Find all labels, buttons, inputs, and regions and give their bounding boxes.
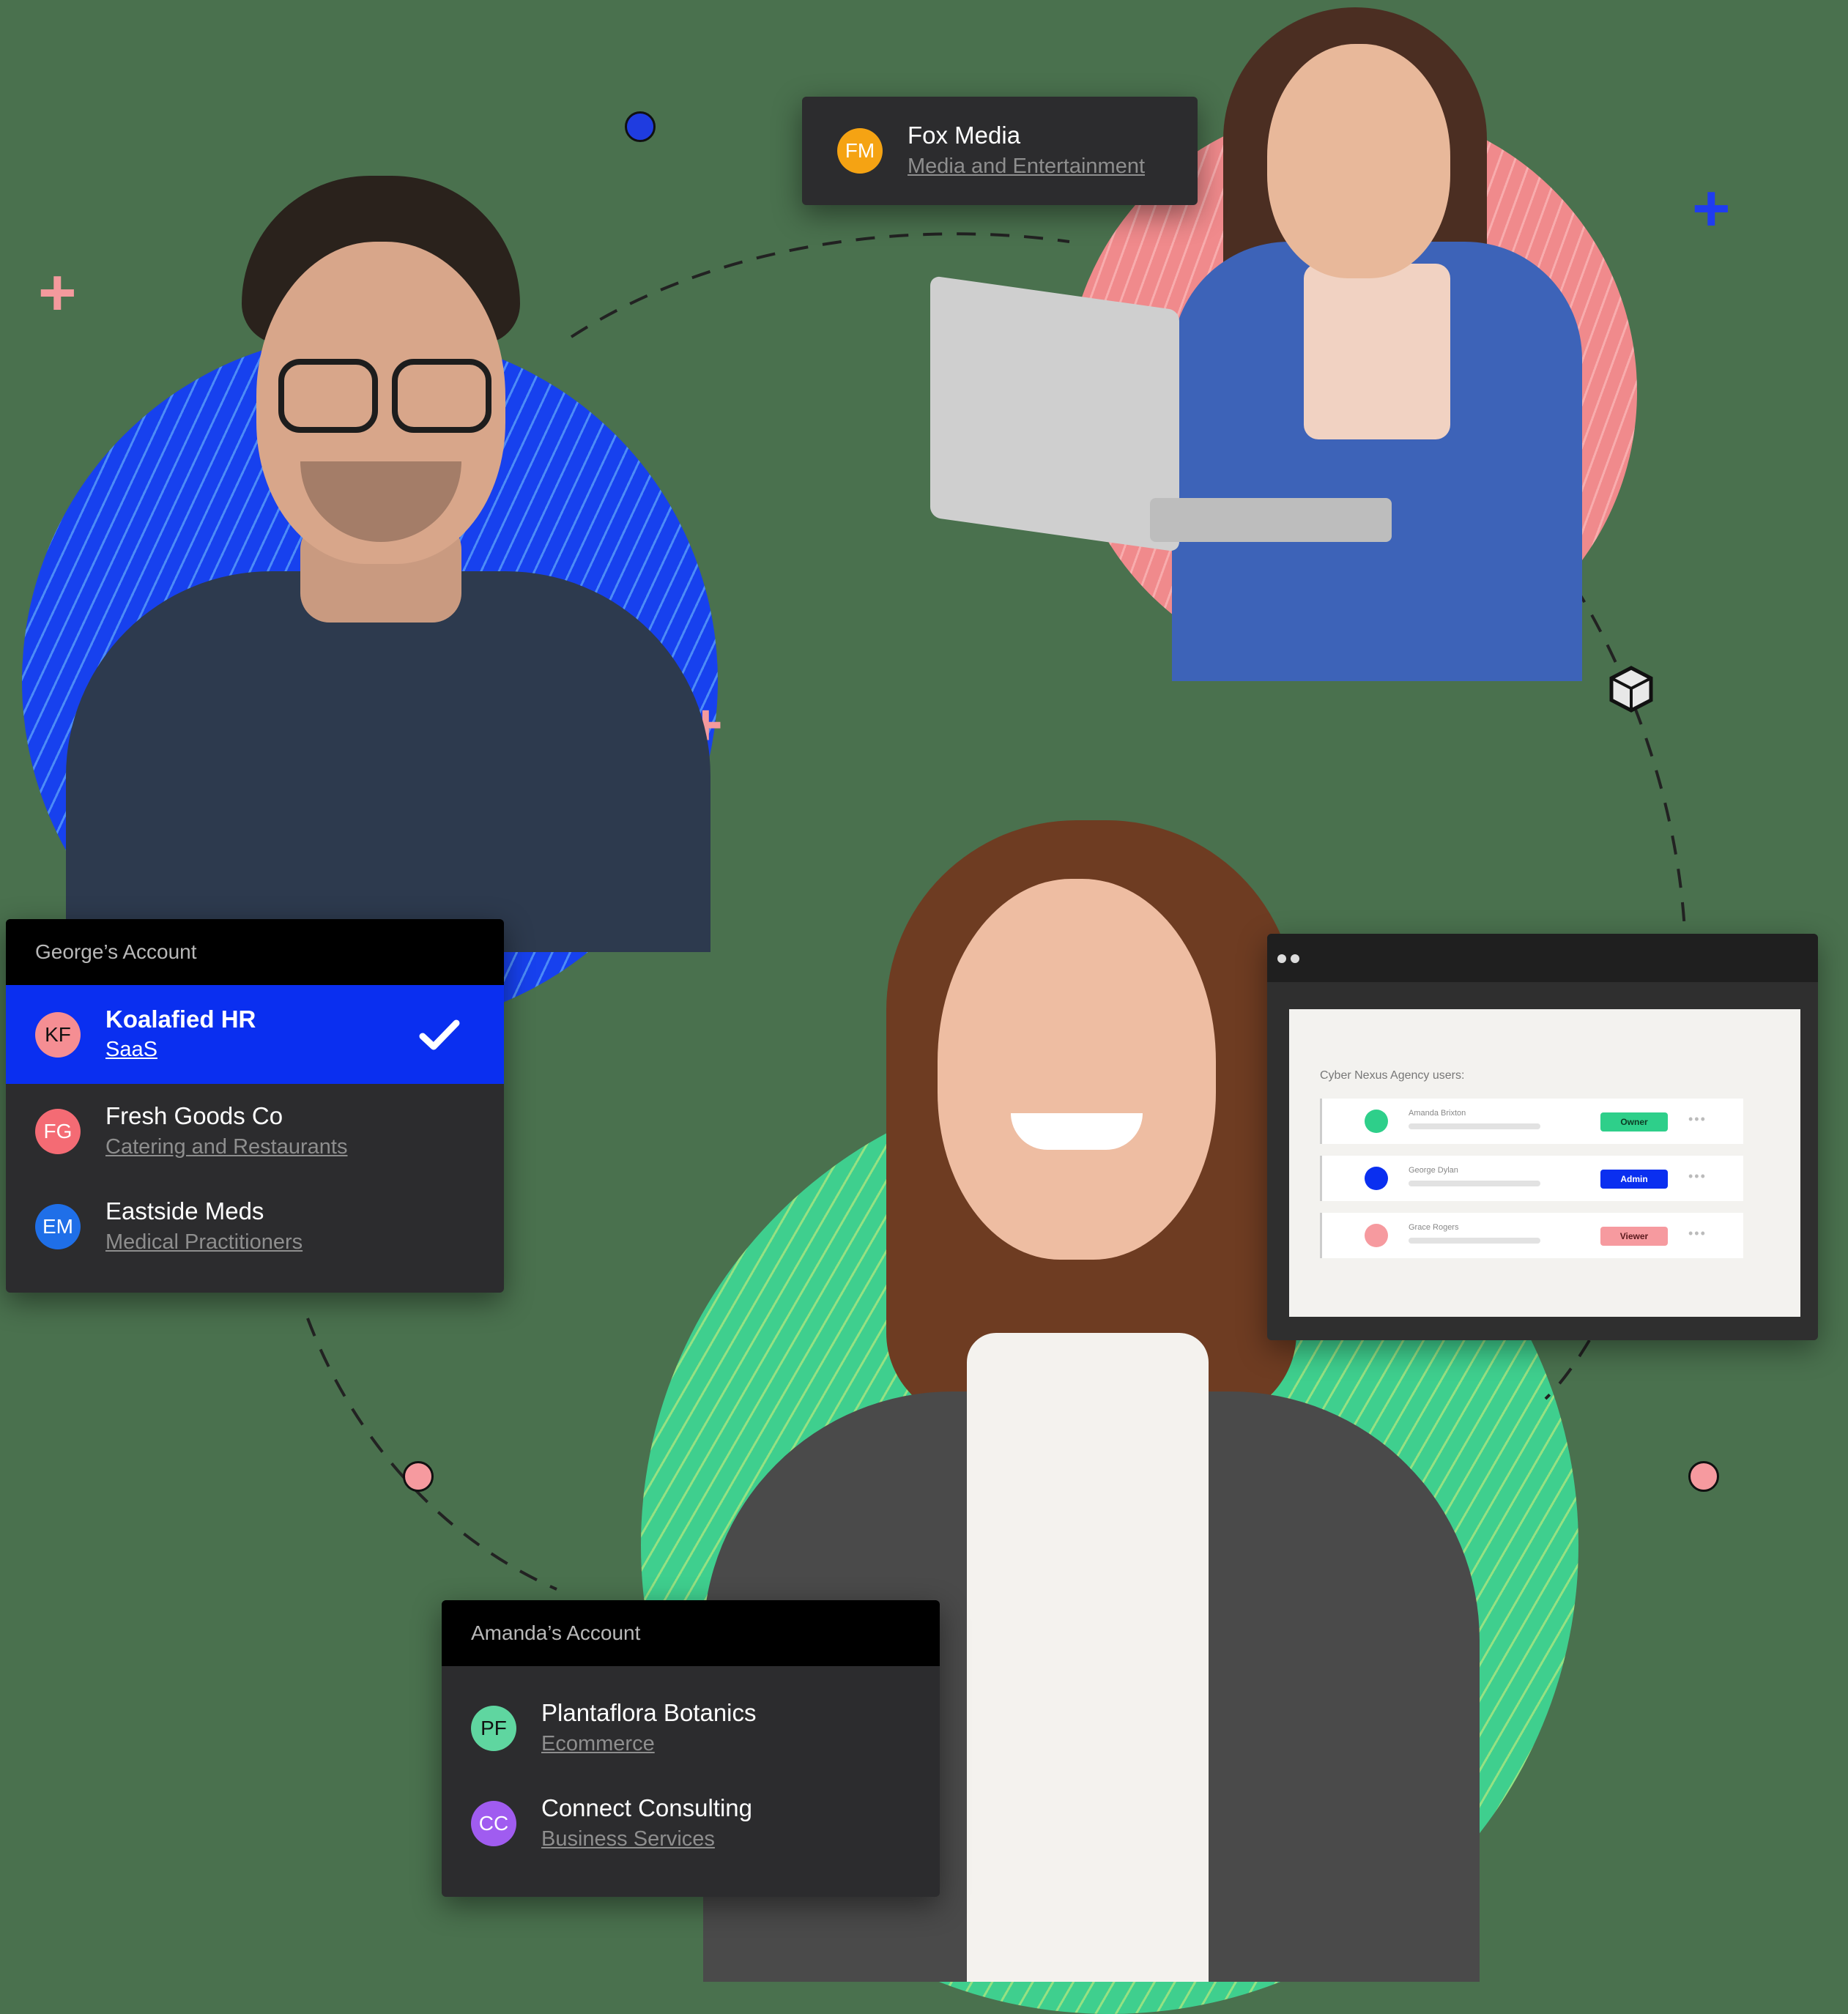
georges-account-panel: George’s Account KF Koalafied HR SaaS FG… <box>6 919 504 1293</box>
user-row[interactable]: George Dylan Admin ••• <box>1320 1156 1743 1201</box>
blue-dot-marker <box>625 111 656 142</box>
account-category-link[interactable]: Catering and Restaurants <box>105 1132 347 1162</box>
amandas-account-panel: Amanda’s Account PF Plantaflora Botanics… <box>442 1600 940 1897</box>
user-avatar <box>1365 1110 1388 1133</box>
pink-dot-marker <box>1688 1461 1719 1492</box>
user-avatar <box>1365 1167 1388 1190</box>
account-card-fox-media[interactable]: FM Fox Media Media and Entertainment <box>802 97 1198 205</box>
panel-header: Amanda’s Account <box>442 1600 940 1666</box>
avatar: FM <box>837 128 883 174</box>
account-category-link[interactable]: SaaS <box>105 1034 256 1065</box>
window-dot <box>1277 954 1286 963</box>
placeholder-line <box>1409 1181 1540 1186</box>
user-row[interactable]: Amanda Brixton Owner ••• <box>1320 1099 1743 1144</box>
account-name: Eastside Meds <box>105 1197 264 1225</box>
account-name: Plantaflora Botanics <box>541 1699 757 1727</box>
account-item-connect-consulting[interactable]: CC Connect Consulting Business Services <box>442 1776 940 1871</box>
user-name: George Dylan <box>1409 1166 1458 1175</box>
checkmark-icon <box>419 1019 460 1049</box>
placeholder-line <box>1409 1238 1540 1244</box>
user-name: Amanda Brixton <box>1409 1109 1466 1118</box>
user-name: Grace Rogers <box>1409 1223 1459 1232</box>
account-category-link[interactable]: Media and Entertainment <box>908 151 1145 182</box>
users-panel-title: Cyber Nexus Agency users: <box>1320 1069 1465 1082</box>
account-name: Fresh Goods Co <box>105 1102 283 1130</box>
role-badge[interactable]: Admin <box>1600 1170 1668 1189</box>
account-name: Fox Media <box>908 122 1021 149</box>
account-item-koalafied-hr[interactable]: KF Koalafied HR SaaS <box>6 985 504 1084</box>
account-category-link[interactable]: Business Services <box>541 1824 752 1854</box>
account-item-fresh-goods-co[interactable]: FG Fresh Goods Co Catering and Restauran… <box>6 1084 504 1179</box>
account-category-link[interactable]: Ecommerce <box>541 1728 757 1759</box>
pink-dot-marker <box>403 1461 434 1492</box>
user-row[interactable]: Grace Rogers Viewer ••• <box>1320 1213 1743 1258</box>
users-panel: Cyber Nexus Agency users: Amanda Brixton… <box>1289 1009 1800 1317</box>
account-name: Koalafied HR <box>105 1005 256 1033</box>
more-dots-icon[interactable]: ••• <box>1688 1226 1707 1241</box>
account-item-eastside-meds[interactable]: EM Eastside Meds Medical Practitioners <box>6 1179 504 1274</box>
avatar: EM <box>35 1204 81 1249</box>
account-name: Connect Consulting <box>541 1794 753 1822</box>
account-category-link[interactable]: Medical Practitioners <box>105 1227 303 1257</box>
account-item-plantaflora-botanics[interactable]: PF Plantaflora Botanics Ecommerce <box>442 1681 940 1776</box>
more-dots-icon[interactable]: ••• <box>1688 1169 1707 1184</box>
window-titlebar <box>1267 934 1818 982</box>
avatar: PF <box>471 1706 516 1751</box>
plus-icon: + <box>1692 172 1731 245</box>
user-avatar <box>1365 1224 1388 1247</box>
avatar: CC <box>471 1801 516 1846</box>
avatar: KF <box>35 1011 81 1058</box>
panel-header: George’s Account <box>6 919 504 985</box>
agency-users-window: Cyber Nexus Agency users: Amanda Brixton… <box>1267 934 1818 1340</box>
window-dot <box>1291 954 1299 963</box>
person-photo-man <box>59 176 718 952</box>
more-dots-icon[interactable]: ••• <box>1688 1112 1707 1127</box>
role-badge[interactable]: Owner <box>1600 1112 1668 1132</box>
avatar: FG <box>35 1109 81 1154</box>
placeholder-line <box>1409 1123 1540 1129</box>
role-badge[interactable]: Viewer <box>1600 1227 1668 1246</box>
